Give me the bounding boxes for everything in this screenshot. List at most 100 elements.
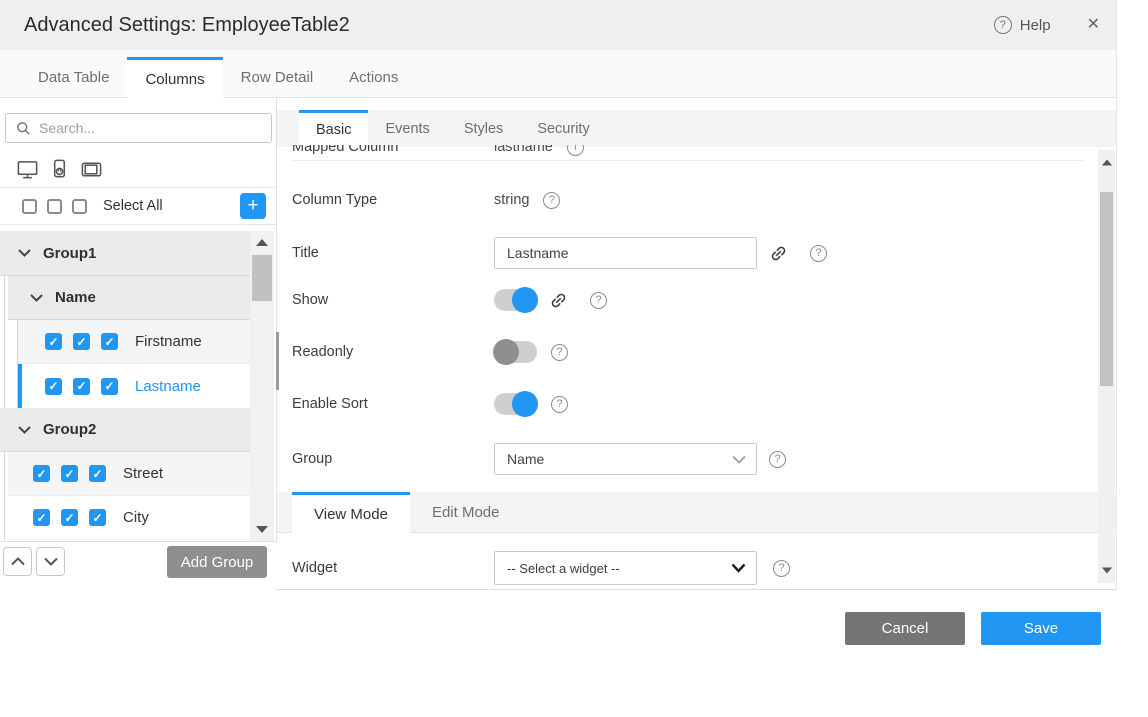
mobile-icon[interactable] bbox=[48, 158, 71, 181]
scrollbar-thumb[interactable] bbox=[252, 255, 272, 301]
scroll-up-arrow[interactable] bbox=[256, 239, 268, 246]
scroll-up-arrow[interactable] bbox=[1102, 160, 1112, 166]
column-item-firstname[interactable]: ✓ ✓ ✓ Firstname bbox=[18, 320, 250, 364]
search-input[interactable] bbox=[39, 120, 239, 136]
add-column-button[interactable]: + bbox=[240, 193, 266, 219]
help-icon[interactable]: ? bbox=[810, 245, 827, 262]
group2-header[interactable]: Group2 bbox=[0, 408, 250, 452]
firstname-mobile-checkbox[interactable]: ✓ bbox=[73, 333, 90, 350]
panel-scrollbar[interactable] bbox=[1098, 150, 1115, 583]
help-icon: ? bbox=[994, 16, 1012, 34]
dialog-body: Select All + Group1 Name ✓ ✓ ✓ bbox=[0, 98, 1117, 590]
readonly-row: Readonly ? bbox=[292, 339, 568, 365]
readonly-toggle[interactable] bbox=[494, 341, 537, 363]
save-button[interactable]: Save bbox=[981, 612, 1101, 645]
street-desktop-checkbox[interactable]: ✓ bbox=[33, 465, 50, 482]
tab-basic[interactable]: Basic bbox=[299, 110, 368, 147]
columns-sidebar: Select All + Group1 Name ✓ ✓ ✓ bbox=[0, 98, 277, 589]
column-item-city[interactable]: ✓ ✓ ✓ City bbox=[8, 496, 250, 540]
group-row: Group Name ? bbox=[292, 443, 786, 475]
tab-row-detail[interactable]: Row Detail bbox=[223, 57, 332, 98]
mapped-column-row: Mapped Column lastname i bbox=[277, 145, 1084, 160]
widget-select-value: -- Select a widget -- bbox=[507, 561, 620, 576]
help-icon[interactable]: ? bbox=[773, 560, 790, 577]
help-icon[interactable]: ? bbox=[551, 344, 568, 361]
help-button[interactable]: ? Help bbox=[994, 16, 1051, 34]
select-all-label: Select All bbox=[103, 198, 163, 214]
move-down-button[interactable] bbox=[36, 547, 65, 576]
tab-edit-mode[interactable]: Edit Mode bbox=[410, 492, 522, 533]
select-all-desktop-checkbox[interactable] bbox=[22, 199, 37, 214]
help-icon[interactable]: ? bbox=[769, 451, 786, 468]
tab-actions[interactable]: Actions bbox=[331, 57, 416, 98]
info-icon[interactable]: i bbox=[567, 145, 584, 156]
help-label: Help bbox=[1020, 17, 1051, 34]
firstname-tablet-checkbox[interactable]: ✓ bbox=[101, 333, 118, 350]
column-item-lastname-selected[interactable]: ✓ ✓ ✓ Lastname bbox=[18, 364, 250, 408]
readonly-label: Readonly bbox=[292, 344, 494, 360]
street-mobile-checkbox[interactable]: ✓ bbox=[61, 465, 78, 482]
help-icon[interactable]: ? bbox=[551, 396, 568, 413]
tab-styles[interactable]: Styles bbox=[447, 110, 521, 147]
lastname-tablet-checkbox[interactable]: ✓ bbox=[101, 378, 118, 395]
column-type-label: Column Type bbox=[292, 192, 494, 208]
select-all-mobile-checkbox[interactable] bbox=[47, 199, 62, 214]
widget-label: Widget bbox=[292, 560, 494, 576]
group1-label: Group1 bbox=[43, 245, 96, 262]
scrollbar-thumb[interactable] bbox=[1100, 192, 1113, 386]
group-label: Group bbox=[292, 451, 494, 467]
lastname-desktop-checkbox[interactable]: ✓ bbox=[45, 378, 62, 395]
street-label: Street bbox=[123, 465, 163, 482]
show-label: Show bbox=[292, 292, 494, 308]
mapped-column-value: lastname bbox=[494, 145, 553, 155]
name-subgroup-header[interactable]: Name bbox=[8, 276, 250, 320]
city-desktop-checkbox[interactable]: ✓ bbox=[33, 509, 50, 526]
widget-select[interactable]: -- Select a widget -- bbox=[494, 551, 757, 585]
close-icon[interactable]: ✕ bbox=[1087, 17, 1100, 33]
tab-events[interactable]: Events bbox=[368, 110, 446, 147]
dialog-header: Advanced Settings: EmployeeTable2 ? Help… bbox=[0, 0, 1117, 50]
sidebar-scrollbar[interactable] bbox=[250, 231, 274, 541]
dialog-title: Advanced Settings: EmployeeTable2 bbox=[24, 14, 350, 37]
add-group-button[interactable]: Add Group bbox=[167, 546, 267, 578]
group1-header[interactable]: Group1 bbox=[0, 231, 250, 276]
help-icon[interactable]: ? bbox=[543, 192, 560, 209]
scroll-down-arrow[interactable] bbox=[1102, 568, 1112, 574]
tab-security[interactable]: Security bbox=[520, 110, 606, 147]
group-select[interactable]: Name bbox=[494, 443, 757, 475]
city-mobile-checkbox[interactable]: ✓ bbox=[61, 509, 78, 526]
chevron-down-icon bbox=[18, 249, 31, 257]
title-row: Title ? bbox=[292, 237, 827, 269]
street-tablet-checkbox[interactable]: ✓ bbox=[89, 465, 106, 482]
tab-data-table[interactable]: Data Table bbox=[20, 57, 127, 98]
chevron-down-icon bbox=[732, 455, 746, 464]
move-up-button[interactable] bbox=[3, 547, 32, 576]
column-type-value: string bbox=[494, 192, 529, 208]
panel-divider-scrollbar[interactable] bbox=[276, 332, 279, 390]
select-all-tablet-checkbox[interactable] bbox=[72, 199, 87, 214]
chevron-down-icon bbox=[731, 563, 746, 573]
search-box[interactable] bbox=[5, 113, 272, 143]
mapped-column-label: Mapped Column bbox=[292, 145, 494, 155]
city-tablet-checkbox[interactable]: ✓ bbox=[89, 509, 106, 526]
sidebar-bottom-bar: Add Group bbox=[0, 541, 277, 590]
tab-columns[interactable]: Columns bbox=[127, 57, 222, 99]
scroll-down-arrow[interactable] bbox=[256, 526, 268, 533]
cancel-button[interactable]: Cancel bbox=[845, 612, 965, 645]
title-input[interactable] bbox=[494, 237, 757, 269]
firstname-label: Firstname bbox=[135, 333, 202, 350]
tab-view-mode[interactable]: View Mode bbox=[292, 492, 410, 534]
firstname-desktop-checkbox[interactable]: ✓ bbox=[45, 333, 62, 350]
link-icon[interactable] bbox=[769, 244, 788, 263]
lastname-mobile-checkbox[interactable]: ✓ bbox=[73, 378, 90, 395]
link-icon[interactable] bbox=[549, 291, 568, 310]
desktop-icon[interactable] bbox=[16, 158, 39, 181]
column-item-street[interactable]: ✓ ✓ ✓ Street bbox=[8, 452, 250, 496]
help-icon[interactable]: ? bbox=[590, 292, 607, 309]
show-toggle[interactable] bbox=[494, 289, 537, 311]
search-icon bbox=[16, 121, 31, 136]
mode-tab-bar: View Mode Edit Mode bbox=[277, 492, 1116, 533]
column-group-list: Group1 Name ✓ ✓ ✓ Firstname ✓ ✓ bbox=[0, 231, 277, 541]
enable-sort-toggle[interactable] bbox=[494, 393, 537, 415]
tablet-icon[interactable] bbox=[80, 158, 103, 181]
